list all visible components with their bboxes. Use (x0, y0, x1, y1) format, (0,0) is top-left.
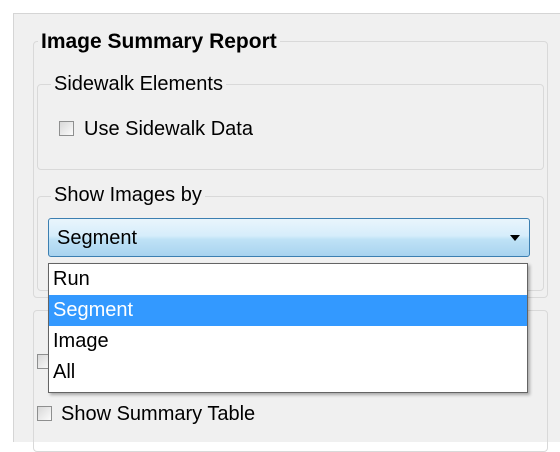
select-value: Segment (57, 227, 138, 249)
dropdown-option-run[interactable]: Run (49, 264, 527, 295)
show-summary-table-checkbox[interactable] (37, 406, 52, 421)
dropdown-option-segment[interactable]: Segment (49, 295, 527, 326)
show-images-by-dropdown: Run Segment Image All (48, 263, 528, 393)
dropdown-option-all[interactable]: All (49, 357, 527, 388)
show-images-by-title: Show Images by (51, 184, 205, 207)
dropdown-option-image[interactable]: Image (49, 326, 527, 357)
show-summary-table-label[interactable]: Show Summary Table (61, 403, 255, 426)
chevron-down-icon[interactable] (510, 235, 520, 241)
sidewalk-elements-title: Sidewalk Elements (51, 73, 226, 96)
image-summary-report-title: Image Summary Report (38, 30, 280, 54)
show-images-by-select[interactable]: Segment (48, 218, 530, 257)
use-sidewalk-data-checkbox[interactable] (59, 121, 74, 136)
use-sidewalk-data-label[interactable]: Use Sidewalk Data (84, 118, 253, 141)
